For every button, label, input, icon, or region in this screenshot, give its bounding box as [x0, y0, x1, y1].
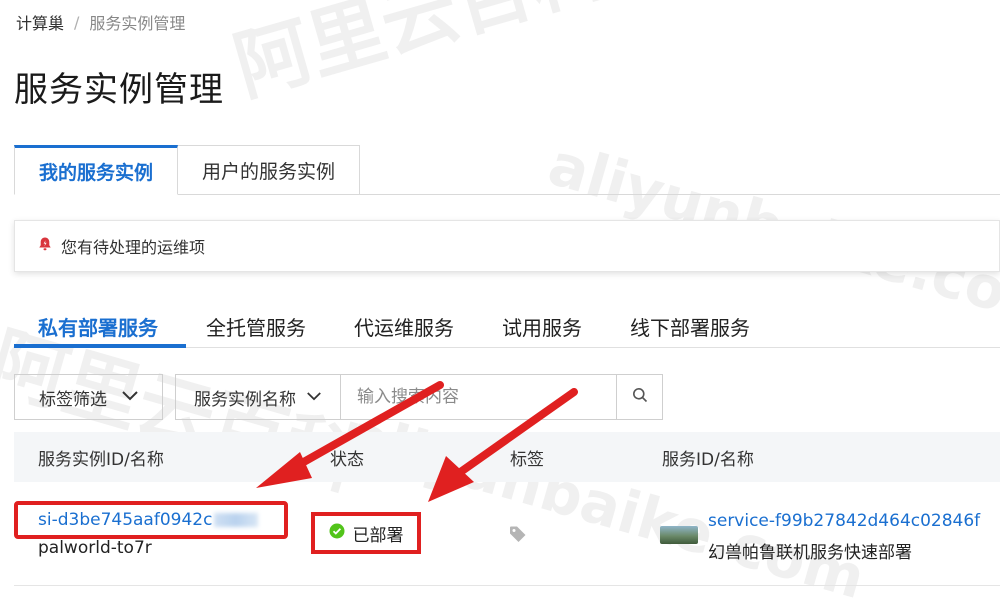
check-circle-icon — [329, 523, 345, 544]
tab-fully-managed[interactable]: 全托管服务 — [182, 306, 330, 346]
column-header-instance: 服务实例ID/名称 — [38, 449, 164, 470]
watermark-cn-top: 阿里云百科 — [224, 0, 615, 112]
column-header-service: 服务ID/名称 — [662, 449, 754, 470]
search-field-select[interactable]: 服务实例名称 — [175, 374, 341, 420]
service-name: 幻兽帕鲁联机服务快速部署 — [708, 543, 912, 563]
tag-filter-label: 标签筛选 — [39, 389, 107, 410]
tab-user-instances[interactable]: 用户的服务实例 — [178, 145, 361, 195]
service-id-link[interactable]: service-f99b27842d464c02846f — [708, 511, 980, 531]
breadcrumb-current: 服务实例管理 — [89, 14, 186, 33]
status-text: 已部署 — [352, 525, 404, 546]
active-tab-indicator — [14, 344, 186, 348]
search-button[interactable] — [617, 374, 663, 420]
search-icon — [632, 387, 648, 407]
annotation-highlight-box — [14, 501, 288, 539]
search-input[interactable] — [341, 374, 617, 420]
tab-my-instances[interactable]: 我的服务实例 — [14, 145, 179, 195]
breadcrumb-root[interactable]: 计算巢 — [16, 10, 64, 34]
search-group: 服务实例名称 — [175, 374, 663, 420]
alert-bell-icon — [37, 236, 53, 256]
tag-icon[interactable] — [508, 524, 528, 548]
breadcrumb: 计算巢 / 服务实例管理 — [16, 10, 185, 34]
service-thumbnail — [660, 526, 698, 544]
chevron-down-icon — [121, 387, 139, 407]
sub-tabs: 私有部署服务 全托管服务 代运维服务 试用服务 线下部署服务 — [14, 306, 774, 346]
tab-managed-ops[interactable]: 代运维服务 — [330, 306, 478, 346]
column-header-tags: 标签 — [510, 449, 544, 470]
status-badge: 已部署 — [311, 512, 421, 554]
breadcrumb-separator: / — [74, 12, 80, 32]
tag-filter-dropdown[interactable]: 标签筛选 — [14, 374, 163, 420]
instance-name: palworld-to7r — [38, 538, 152, 558]
todo-text: 您有待处理的运维项 — [61, 238, 206, 257]
todo-notice[interactable]: 您有待处理的运维项 — [14, 220, 1000, 272]
column-header-status: 状态 — [330, 449, 364, 470]
filter-bar: 标签筛选 服务实例名称 — [14, 374, 663, 420]
page-title: 服务实例管理 — [14, 70, 224, 110]
tab-offline-deploy[interactable]: 线下部署服务 — [606, 306, 774, 346]
table-header: 服务实例ID/名称 状态 标签 服务ID/名称 — [14, 432, 1000, 482]
tab-trial[interactable]: 试用服务 — [478, 306, 606, 346]
tab-private-deploy[interactable]: 私有部署服务 — [14, 306, 182, 346]
chevron-down-icon — [306, 387, 322, 407]
main-tabs: 我的服务实例 用户的服务实例 — [14, 145, 361, 195]
search-field-label: 服务实例名称 — [194, 389, 296, 410]
